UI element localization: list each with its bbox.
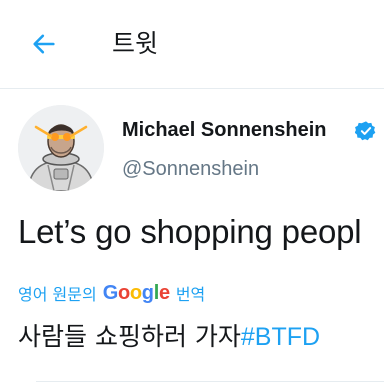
divider [36,381,384,382]
translate-suffix: 번역 [175,285,206,304]
verified-badge-icon [355,121,376,141]
top-bar: 트윗 [0,0,384,89]
tweet-text: Let’s go shopping peopl [18,213,362,250]
user-handle[interactable]: @Sonnenshein [122,158,259,181]
translate-prefix: 영어 원문의 [18,285,97,304]
display-name[interactable]: Michael Sonnenshein [122,119,326,142]
back-arrow-icon [33,34,55,54]
hashtag-link[interactable]: #BTFD [241,323,320,351]
google-logo: Google [102,281,170,304]
astronaut-avatar-image [18,105,104,191]
translated-text: 사람들 쇼핑하러 가자#BTFD [18,317,320,353]
translated-body: 사람들 쇼핑하러 가자 [18,322,241,351]
tweet-detail: Michael Sonnenshein @Sonnenshein Let’s g… [0,89,384,384]
avatar[interactable] [18,105,104,191]
translation-attribution[interactable]: 영어 원문의 Google 번역 [18,279,205,307]
back-button[interactable] [26,26,62,62]
page-title: 트윗 [112,29,159,58]
